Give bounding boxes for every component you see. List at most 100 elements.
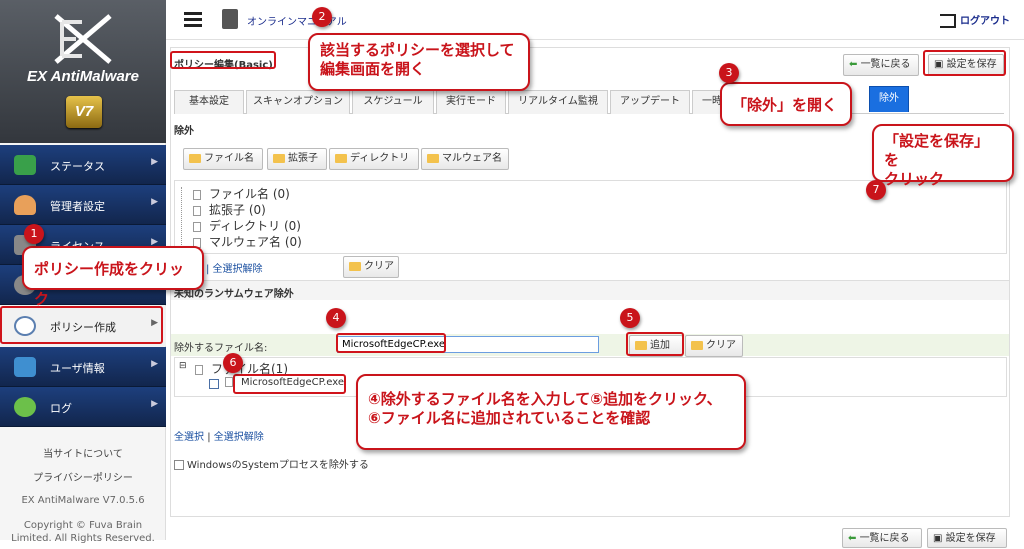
folder-icon <box>335 153 347 163</box>
ex-logo-icon <box>54 14 112 64</box>
back-to-list-button[interactable]: ⬅ 一覧に戻る <box>843 54 919 76</box>
version-badge: V7 <box>66 96 102 128</box>
file-icon <box>225 377 233 387</box>
tab-scan-options[interactable]: スキャンオプション <box>246 90 350 114</box>
status-icon <box>14 155 36 175</box>
about-link[interactable]: 当サイトについて <box>0 445 166 460</box>
folder-icon <box>427 153 439 163</box>
type-directory-button[interactable]: ディレクトリ <box>329 148 419 170</box>
step-number: 2 <box>312 7 332 27</box>
chevron-right-icon: ▶ <box>151 359 158 369</box>
sidebar-item-label: ユーザ情報 <box>50 362 105 375</box>
tab-schedule[interactable]: スケジュール <box>352 90 434 114</box>
tree-item[interactable]: ディレクトリ (0) <box>193 217 301 234</box>
admin-icon <box>14 195 36 215</box>
tree-checkbox[interactable] <box>209 379 219 389</box>
app-name: EX AntiMalware <box>27 68 139 85</box>
folder-icon <box>189 153 201 163</box>
sidebar-item-label: ステータス <box>50 160 105 173</box>
logout-label: ログアウト <box>960 16 1010 27</box>
type-extension-button[interactable]: 拡張子 <box>267 148 327 170</box>
button-label: 設定を保存 <box>945 533 996 544</box>
button-label: クリア <box>706 340 736 351</box>
tree-item[interactable]: マルウェア名 (0) <box>193 233 302 250</box>
file-input-label: 除外するファイル名: <box>174 343 268 354</box>
chevron-right-icon: ▶ <box>151 197 158 207</box>
button-label: ファイル名 <box>204 153 254 164</box>
checkbox-label: WindowsのSystemプロセスを除外する <box>187 460 369 471</box>
tree-item-label: マルウェア名 (0) <box>209 235 302 249</box>
app-logo: EX AntiMalware V7 <box>0 0 166 143</box>
copyright-text: Copyright © Fuva Brain <box>23 520 143 531</box>
section-title: 除外 <box>174 126 194 137</box>
tab-update[interactable]: アップデート <box>610 90 690 114</box>
callout-policy: ポリシー作成をクリック <box>22 246 204 308</box>
button-label: 拡張子 <box>288 153 318 164</box>
tree-item-label: ディレクトリ (0) <box>209 219 301 233</box>
select-none-link[interactable]: 全選択解除 <box>214 432 264 443</box>
back-to-list-button-bottom[interactable]: ⬅ 一覧に戻る <box>842 528 922 548</box>
callout-add-file: ④除外するファイル名を入力して⑤追加をクリック、 ⑥ファイル名に追加されているこ… <box>356 374 746 450</box>
step-number: 5 <box>620 308 640 328</box>
sidebar-item-user-info[interactable]: ユーザ情報 ▶ <box>0 347 166 387</box>
button-label: 一覧に戻る <box>859 533 910 544</box>
sidebar-item-status[interactable]: ステータス ▶ <box>0 145 166 185</box>
highlight-save-button <box>923 50 1006 76</box>
type-filename-button[interactable]: ファイル名 <box>183 148 263 170</box>
logout-link[interactable]: ログアウト <box>940 12 1010 28</box>
highlight-filename-input <box>336 333 446 353</box>
save-settings-button-bottom[interactable]: ▣ 設定を保存 <box>927 528 1007 548</box>
system-process-option[interactable]: WindowsのSystemプロセスを除外する <box>174 456 369 471</box>
sidebar-item-label: 管理者設定 <box>50 200 105 213</box>
arrow-left-icon: ⬅ <box>848 533 860 544</box>
system-process-checkbox[interactable] <box>174 460 184 470</box>
step-number: 6 <box>223 353 243 373</box>
button-label: クリア <box>364 261 394 272</box>
copyright-text: Limited. All Rights Reserved. <box>11 533 155 544</box>
select-links: 全選択 | 全選択解除 <box>174 428 264 443</box>
file-icon <box>193 205 201 216</box>
button-label: マルウェア名 <box>442 153 502 164</box>
tab-realtime[interactable]: リアルタイム監視 <box>508 90 608 114</box>
select-all-link[interactable]: 全選択 <box>174 432 204 443</box>
button-label: 一覧に戻る <box>860 59 911 70</box>
highlight-add-button <box>626 332 684 356</box>
sidebar-item-label: ログ <box>50 402 72 415</box>
folder-clear-icon <box>691 340 703 350</box>
privacy-link[interactable]: プライバシーポリシー <box>0 469 166 484</box>
type-malware-button[interactable]: マルウェア名 <box>421 148 509 170</box>
button-label: ディレクトリ <box>350 153 410 164</box>
tab-exclude[interactable]: 除外 <box>869 86 909 112</box>
tree-item[interactable]: 拡張子 (0) <box>193 201 266 218</box>
file-icon <box>193 221 201 232</box>
callout-save: 「設定を保存」を クリック <box>872 124 1014 188</box>
link-separator: | <box>207 432 211 443</box>
step-number: 1 <box>24 224 44 244</box>
callout-select-policy: 該当するポリシーを選択して 編集画面を開く <box>308 33 530 91</box>
version-text: EX AntiMalware V7.0.5.6 <box>21 495 145 506</box>
select-none-link[interactable]: | 全選択解除 <box>206 260 263 275</box>
book-icon <box>222 9 238 29</box>
tree-collapse-icon[interactable]: ⊟ <box>179 361 187 371</box>
clear-button[interactable]: クリア <box>343 256 399 278</box>
tree-item-label: 拡張子 (0) <box>209 203 266 217</box>
file-icon <box>193 189 201 200</box>
clear-input-button[interactable]: クリア <box>685 335 743 357</box>
monitor-icon <box>14 357 36 377</box>
tree-item[interactable]: ファイル名 (0) <box>193 185 290 202</box>
section-header-bar <box>171 280 1009 300</box>
tree-line <box>181 187 182 251</box>
chevron-right-icon: ▶ <box>151 157 158 167</box>
tab-bar: 基本設定 スキャンオプション スケジュール 実行モード リアルタイム監視 アップ… <box>174 86 1004 114</box>
arrow-left-icon: ⬅ <box>849 59 861 70</box>
tab-exec-mode[interactable]: 実行モード <box>436 90 506 114</box>
top-header: オンラインマニュアル ログアウト <box>166 0 1024 40</box>
folder-clear-icon <box>349 261 361 271</box>
file-icon <box>195 364 203 375</box>
sidebar-item-log[interactable]: ログ ▶ <box>0 387 166 427</box>
logout-icon <box>940 14 956 28</box>
save-icon: ▣ <box>933 533 946 544</box>
tab-basic[interactable]: 基本設定 <box>174 90 244 114</box>
sidebar-item-admin[interactable]: 管理者設定 ▶ <box>0 185 166 225</box>
menu-icon[interactable] <box>184 12 202 27</box>
